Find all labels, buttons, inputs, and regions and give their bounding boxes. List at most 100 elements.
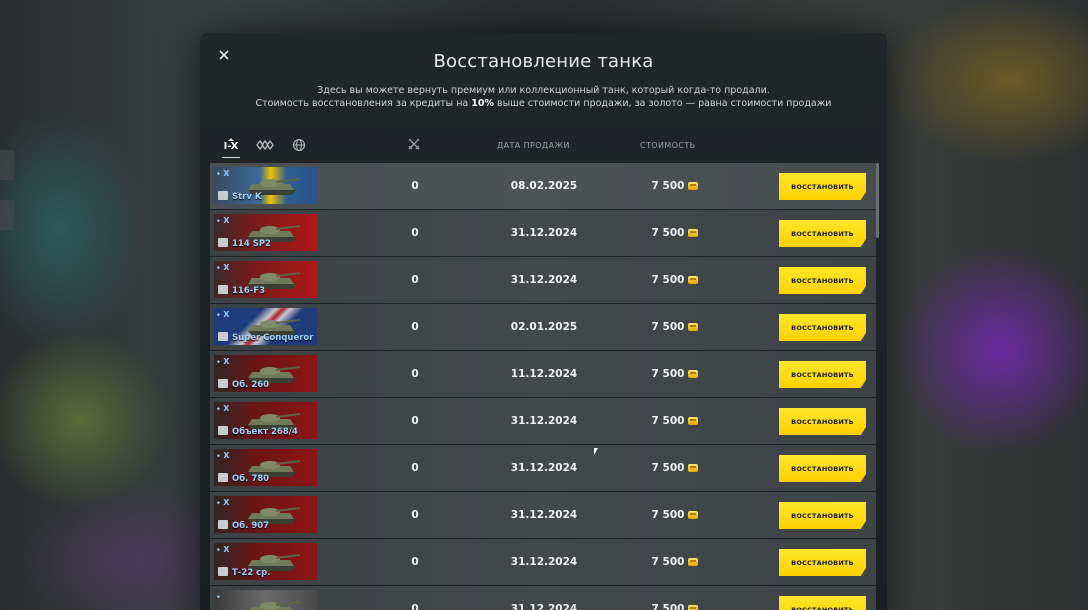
battles-column-header[interactable] [407, 137, 421, 153]
restore-button[interactable]: ВОССТАНОВИТЬ [779, 455, 866, 482]
restore-button[interactable]: ВОССТАНОВИТЬ [779, 502, 866, 529]
battles-count: 0 [411, 603, 419, 610]
tank-row: ⬩ X Объект 268/4 0 31.12.2024 7 500 ВОСС… [210, 398, 876, 444]
restore-cost: 7 500 [630, 398, 720, 444]
tank-name: 114 SP2 [232, 239, 271, 249]
tank-name: Т-22 ср. [232, 568, 271, 578]
tank-thumbnail: ⬩ X Strv K [214, 167, 317, 204]
battles-count: 0 [411, 462, 419, 474]
gold-coin-icon [688, 370, 699, 378]
restore-button[interactable]: ВОССТАНОВИТЬ [779, 549, 866, 576]
battles-count: 0 [411, 227, 419, 239]
tank-tier-label: ⬩ X [217, 545, 230, 555]
restore-cost: 7 500 [630, 586, 720, 610]
restore-cost: 7 500 [630, 539, 720, 585]
background-detail [0, 200, 14, 230]
restore-button[interactable]: ВОССТАНОВИТЬ [779, 220, 866, 247]
restore-button[interactable]: ВОССТАНОВИТЬ [779, 267, 866, 294]
tank-name: Об. 260 [232, 380, 270, 390]
gold-coin-icon [688, 558, 699, 566]
restore-button[interactable]: ВОССТАНОВИТЬ [779, 173, 866, 200]
tank-class-icon: ⬩ [217, 357, 221, 366]
tier-value: X [223, 357, 230, 366]
tier-value: X [223, 216, 230, 225]
gold-coin-icon [688, 464, 699, 472]
tank-name: Об. 907 [232, 521, 270, 531]
tier-value: X [223, 404, 230, 413]
gold-coin-icon [688, 276, 699, 284]
tank-thumbnail: ⬩ X Super Conqueror [214, 308, 317, 345]
tank-type-badge [218, 191, 228, 200]
tank-type-badge [218, 520, 228, 529]
restore-button[interactable]: ВОССТАНОВИТЬ [779, 361, 866, 388]
sale-date: 31.12.2024 [510, 603, 578, 610]
tank-tier-label: ⬩ X [217, 263, 230, 273]
dialog-title: Восстановление танка [433, 51, 654, 72]
tank-type-badge [218, 473, 228, 482]
tank-thumbnail: ⬩ [214, 590, 317, 610]
nation-filter[interactable] [292, 134, 306, 156]
tank-tier-label: ⬩ X [217, 451, 230, 461]
tank-row: ⬩ X Об. 780 0 31.12.2024 7 500 ВОССТАНОВ… [210, 445, 876, 491]
tank-type-badge [218, 379, 228, 388]
cost-value: 7 500 [651, 556, 685, 568]
tank-type-badge [218, 426, 228, 435]
restore-cost: 7 500 [630, 445, 720, 491]
tank-thumbnail: ⬩ X Об. 260 [214, 355, 317, 392]
tank-class-icon: ⬩ [217, 310, 221, 319]
tier-value: X [223, 169, 230, 178]
tank-thumbnail: ⬩ X Объект 268/4 [214, 402, 317, 439]
tank-name: Strv K [232, 192, 262, 202]
tank-class-icon: ⬩ [217, 545, 221, 554]
restore-button[interactable]: ВОССТАНОВИТЬ [779, 596, 866, 610]
tier-filter[interactable]: I-X [222, 134, 240, 158]
tank-class-icon: ⬩ [217, 451, 221, 460]
filter-bar: I-X [222, 133, 322, 158]
tank-row: ⬩ X Strv K 0 08.02.2025 7 500 ВОССТАНОВИ… [210, 163, 876, 209]
tank-icon [250, 601, 301, 610]
tank-row: ⬩ X Об. 907 0 31.12.2024 7 500 ВОССТАНОВ… [210, 492, 876, 538]
restore-button[interactable]: ВОССТАНОВИТЬ [779, 408, 866, 435]
dialog-subtitle: Здесь вы можете вернуть премиум или колл… [317, 85, 770, 96]
tank-tier-label: ⬩ X [217, 310, 230, 320]
tank-row: ⬩ X Super Conqueror 0 02.01.2025 7 500 В… [210, 304, 876, 350]
tank-tier-label: ⬩ X [217, 216, 230, 226]
tank-thumbnail: ⬩ X 116-F3 [214, 261, 317, 298]
restore-cost: 7 500 [630, 351, 720, 397]
cost-value: 7 500 [651, 368, 685, 380]
tank-row: ⬩ 0 31.12.2024 7 500 ВОССТАНОВИТЬ [210, 586, 876, 610]
gold-coin-icon [688, 417, 699, 425]
sale-date: 31.12.2024 [510, 274, 578, 286]
tank-type-badge [218, 332, 228, 341]
restore-button[interactable]: ВОССТАНОВИТЬ [779, 314, 866, 341]
scrollbar-thumb[interactable] [876, 163, 879, 238]
battles-count: 0 [411, 180, 419, 192]
sale-date: 31.12.2024 [510, 509, 578, 521]
sale-date: 31.12.2024 [510, 415, 578, 427]
tier-filter-label: I-X [223, 141, 239, 152]
cost-value: 7 500 [651, 415, 685, 427]
battles-count: 0 [411, 415, 419, 427]
date-column-header[interactable]: ДАТА ПРОДАЖИ [497, 141, 570, 150]
tank-class-icon: ⬩ [217, 216, 221, 225]
tank-class-icon: ⬩ [217, 404, 221, 413]
tank-name: 116-F3 [232, 286, 265, 296]
cost-note-text: выше стоимости продажи, за золото — равн… [494, 98, 832, 109]
class-filter[interactable] [256, 134, 276, 156]
tank-restore-dialog: Восстановление танка Здесь вы можете вер… [200, 33, 887, 610]
battles-count: 0 [411, 274, 419, 286]
cost-value: 7 500 [651, 509, 685, 521]
dialog-cost-note: Стоимость восстановления за кредиты на 1… [200, 98, 887, 109]
tank-name: Об. 780 [232, 474, 270, 484]
tier-value: X [223, 451, 230, 460]
cost-column-header[interactable]: СТОИМОСТЬ [640, 141, 696, 150]
tank-tier-label: ⬩ X [217, 404, 230, 414]
mouse-cursor [594, 448, 598, 455]
tank-thumbnail: ⬩ X Об. 780 [214, 449, 317, 486]
cost-note-text: Стоимость восстановления за кредиты на [255, 98, 472, 109]
tank-row: ⬩ X 114 SP2 0 31.12.2024 7 500 ВОССТАНОВ… [210, 210, 876, 256]
tank-thumbnail: ⬩ X Об. 907 [214, 496, 317, 533]
tank-tier-label: ⬩ X [217, 498, 230, 508]
battles-count: 0 [411, 321, 419, 333]
battles-count: 0 [411, 556, 419, 568]
